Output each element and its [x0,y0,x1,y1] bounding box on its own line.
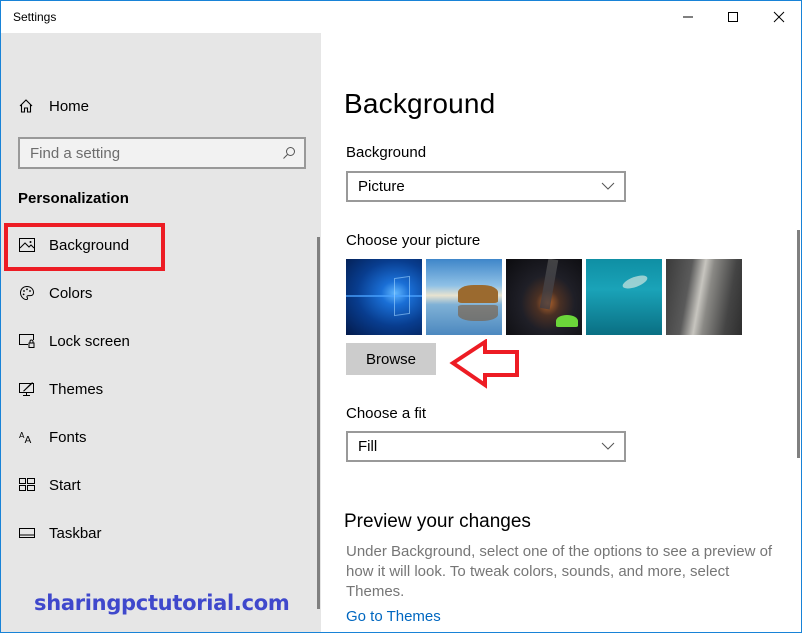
taskbar-icon [19,525,35,541]
lock-screen-icon [19,333,35,349]
picture-gallery [346,259,742,335]
picture-thumbnail-underwater[interactable] [586,259,662,335]
svg-text:A: A [25,435,32,444]
title-bar: Settings [1,1,801,33]
fonts-icon: AA [19,429,35,445]
sidebar-item-themes[interactable]: Themes [1,365,311,413]
close-button[interactable] [756,1,801,33]
sidebar-item-background[interactable]: Background [1,221,311,269]
themes-icon [19,381,35,397]
sidebar-item-label: Start [49,476,81,494]
sidebar-item-start[interactable]: Start [1,461,311,509]
maximize-button[interactable] [710,1,756,33]
preview-title: Preview your changes [344,511,531,532]
search-input[interactable] [30,144,270,162]
sidebar-item-label: Colors [49,284,93,302]
arrow-left-icon [449,339,519,389]
background-label: Background [346,144,427,161]
home-icon [19,99,33,113]
sidebar: Home Personalization Background Colors [1,33,321,632]
page-title: Background [344,88,496,119]
sidebar-item-lock-screen[interactable]: Lock screen [1,317,311,365]
window-title: Settings [13,10,57,24]
sidebar-item-label: Lock screen [49,332,130,350]
palette-icon [19,285,35,301]
nav-list: Background Colors Lock screen Themes A A… [1,221,311,557]
sidebar-scrollbar[interactable] [317,237,320,609]
close-icon [773,11,785,23]
sidebar-item-label: Taskbar [49,524,102,542]
search-box[interactable] [18,137,306,169]
picture-thumbnail-beach[interactable] [426,259,502,335]
browse-button[interactable]: Browse [346,343,436,375]
selection-indicator [5,233,8,258]
fit-dropdown-value: Fill [358,438,378,455]
sidebar-item-label: Background [49,236,130,254]
fit-dropdown[interactable]: Fill [346,431,626,462]
sidebar-item-colors[interactable]: Colors [1,269,311,317]
choose-fit-label: Choose a fit [346,405,427,422]
home-nav-item[interactable]: Home [18,95,89,117]
home-label: Home [49,97,90,115]
sidebar-item-label: Themes [49,380,104,398]
minimize-icon [683,16,693,18]
preview-description: Under Background, select one of the opti… [346,543,773,600]
section-title: Personalization [18,190,129,207]
settings-window: Settings Home Personalization [0,0,802,633]
minimize-button[interactable] [665,1,711,33]
watermark: sharingpctutorial.com [34,591,290,615]
chevron-down-icon [601,182,615,190]
sidebar-item-label: Fonts [49,428,87,446]
search-icon[interactable] [282,146,296,160]
picture-thumbnail-night-sky[interactable] [506,259,582,335]
background-dropdown-value: Picture [358,178,405,195]
choose-picture-label: Choose your picture [346,232,481,249]
picture-icon [19,237,35,253]
sidebar-item-fonts[interactable]: AA Fonts [1,413,311,461]
picture-thumbnail-cliff[interactable] [666,259,742,335]
maximize-icon [728,12,738,22]
go-to-themes-link[interactable]: Go to Themes [346,608,441,625]
main-scrollbar[interactable] [797,230,800,458]
sidebar-item-taskbar[interactable]: Taskbar [1,509,311,557]
start-icon [19,477,35,493]
main-content: Background Background Picture Choose you… [321,33,801,632]
picture-thumbnail-windows[interactable] [346,259,422,335]
background-dropdown[interactable]: Picture [346,171,626,202]
chevron-down-icon [601,442,615,450]
